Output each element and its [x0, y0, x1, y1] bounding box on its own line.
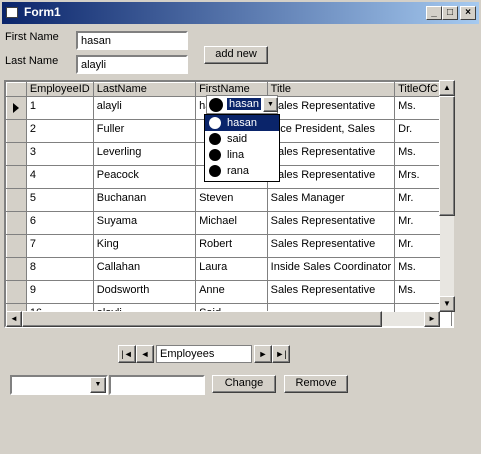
table-cell[interactable]: 7 — [25, 234, 94, 258]
person-icon — [209, 117, 221, 129]
first-record-icon[interactable]: |◄ — [118, 345, 136, 363]
table-cell[interactable]: Leverling — [92, 142, 197, 166]
table-cell[interactable]: Sales Representative — [266, 211, 396, 235]
dropdown-item[interactable]: said — [205, 131, 279, 147]
person-icon — [209, 149, 221, 161]
change-button[interactable]: Change — [212, 375, 276, 393]
row-selector[interactable] — [6, 188, 27, 212]
table-cell[interactable]: King — [92, 234, 197, 258]
last-name-field[interactable] — [76, 55, 188, 74]
table-cell[interactable]: Sales Representative — [266, 96, 396, 120]
horizontal-scrollbar[interactable]: ◄ ► — [6, 311, 440, 327]
row-selector[interactable] — [6, 119, 27, 143]
table-row[interactable]: 7 King Robert Sales Representative Mr. — [6, 234, 452, 258]
row-selector[interactable] — [6, 257, 27, 281]
next-record-icon[interactable]: ► — [254, 345, 272, 363]
scroll-left-icon[interactable]: ◄ — [6, 311, 22, 327]
last-record-icon[interactable]: ►| — [272, 345, 290, 363]
chevron-down-icon[interactable]: ▼ — [263, 97, 278, 112]
person-icon — [209, 98, 223, 112]
table-row[interactable]: 9 Dodsworth Anne Sales Representative Ms. — [6, 280, 452, 304]
table-cell[interactable]: 1 — [25, 96, 94, 120]
app-icon — [6, 7, 18, 18]
table-cell[interactable]: Sales Representative — [266, 280, 396, 304]
scroll-up-icon[interactable]: ▲ — [439, 80, 455, 96]
table-cell[interactable]: Callahan — [92, 257, 197, 281]
table-cell[interactable]: 5 — [25, 188, 94, 212]
table-cell[interactable]: Sales Representative — [266, 165, 396, 189]
dropdown-item[interactable]: hasan — [205, 115, 279, 131]
current-row-icon — [13, 103, 19, 113]
row-selector[interactable] — [6, 142, 27, 166]
table-cell[interactable]: Sales Manager — [266, 188, 396, 212]
vertical-scrollbar[interactable]: ▲ ▼ — [439, 80, 455, 312]
table-cell[interactable]: Robert — [195, 234, 268, 258]
first-name-label: First Name — [5, 31, 59, 43]
navigator-label: Employees — [156, 345, 252, 363]
vertical-scroll-thumb[interactable] — [439, 96, 455, 216]
record-navigator: |◄ ◄ Employees ► ►| — [116, 344, 292, 364]
row-selector[interactable] — [6, 165, 27, 189]
add-new-button[interactable]: add new — [204, 46, 268, 64]
table-cell[interactable]: 9 — [25, 280, 94, 304]
table-cell[interactable]: 8 — [25, 257, 94, 281]
table-row[interactable]: 6 Suyama Michael Sales Representative Mr. — [6, 211, 452, 235]
first-name-field[interactable] — [76, 31, 188, 50]
table-cell[interactable]: Steven — [195, 188, 268, 212]
table-cell[interactable]: Buchanan — [92, 188, 197, 212]
dropdown-item[interactable]: rana — [205, 163, 279, 179]
scroll-down-icon[interactable]: ▼ — [439, 296, 455, 312]
person-icon — [209, 133, 221, 145]
column-header[interactable]: LastName — [92, 82, 197, 97]
last-name-label: Last Name — [5, 55, 59, 67]
scroll-right-icon[interactable]: ► — [424, 311, 440, 327]
table-cell[interactable]: Michael — [195, 211, 268, 235]
column-header[interactable]: EmployeeID — [25, 82, 94, 97]
remove-button[interactable]: Remove — [284, 375, 348, 393]
close-icon[interactable]: × — [460, 6, 476, 20]
row-header-corner — [6, 82, 27, 97]
firstname-dropdown-list[interactable]: hasan said lina rana — [204, 114, 280, 182]
table-cell[interactable]: 4 — [25, 165, 94, 189]
row-selector[interactable] — [6, 234, 27, 258]
row-selector[interactable] — [6, 211, 27, 235]
table-cell[interactable]: Suyama — [92, 211, 197, 235]
dropdown-item[interactable]: lina — [205, 147, 279, 163]
firstname-combo[interactable]: hasan ▼ — [206, 95, 278, 114]
minimize-icon[interactable]: _ — [426, 6, 442, 20]
row-selector[interactable] — [6, 96, 27, 120]
table-cell[interactable]: Fuller — [92, 119, 197, 143]
table-cell[interactable]: Sales Representative — [266, 234, 396, 258]
table-cell[interactable]: 6 — [25, 211, 94, 235]
window-title: Form1 — [24, 5, 61, 19]
table-row[interactable]: 5 Buchanan Steven Sales Manager Mr. — [6, 188, 452, 212]
combo-value: hasan — [227, 98, 261, 110]
row-selector[interactable] — [6, 280, 27, 304]
table-cell[interactable]: alayli — [92, 96, 197, 120]
maximize-icon[interactable]: □ — [442, 6, 458, 20]
column-header[interactable]: Title — [266, 82, 396, 97]
table-row[interactable]: 8 Callahan Laura Inside Sales Coordinator Ms… — [6, 257, 452, 281]
table-cell[interactable]: Vice President, Sales — [266, 119, 396, 143]
previous-record-icon[interactable]: ◄ — [136, 345, 154, 363]
table-cell[interactable]: 2 — [25, 119, 94, 143]
person-icon — [209, 165, 221, 177]
title-bar: Form1 _ □ × — [0, 0, 481, 24]
table-cell[interactable]: Sales Representative — [266, 142, 396, 166]
table-cell[interactable]: 3 — [25, 142, 94, 166]
bottom-text-field[interactable] — [109, 375, 205, 395]
chevron-down-icon[interactable]: ▼ — [90, 377, 106, 393]
table-cell[interactable]: Laura — [195, 257, 268, 281]
table-cell[interactable]: Dodsworth — [92, 280, 197, 304]
horizontal-scroll-thumb[interactable] — [22, 311, 382, 327]
table-cell[interactable]: Inside Sales Coordinator — [266, 257, 396, 281]
table-cell[interactable]: Peacock — [92, 165, 197, 189]
bottom-combo[interactable]: ▼ — [10, 375, 108, 395]
table-cell[interactable]: Anne — [195, 280, 268, 304]
